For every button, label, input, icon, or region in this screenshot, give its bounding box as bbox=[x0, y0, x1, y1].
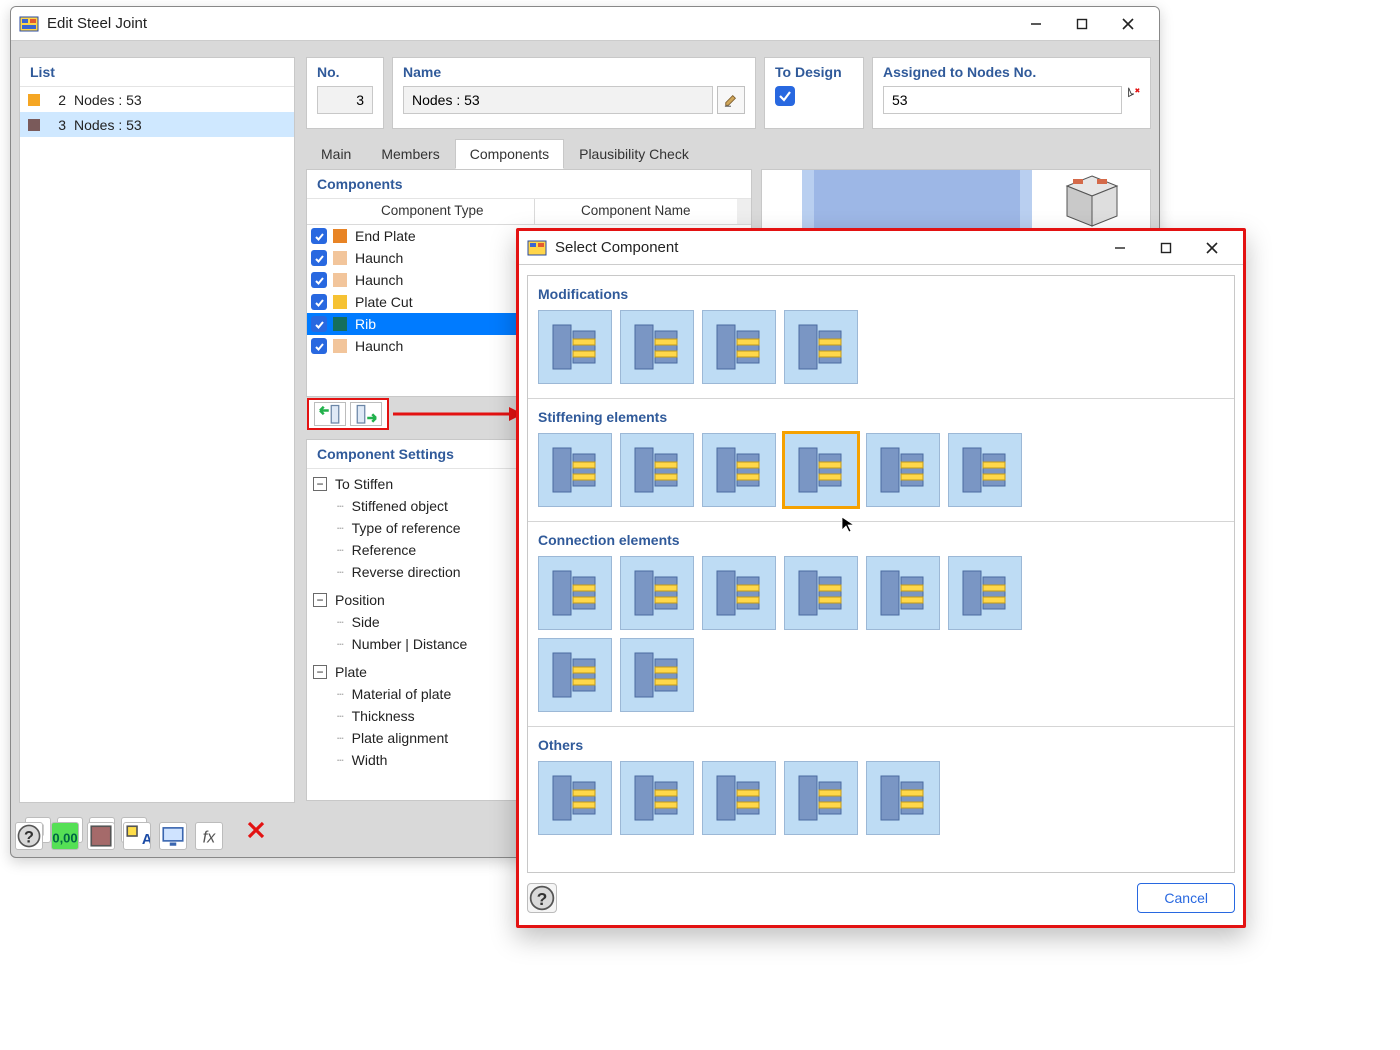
list-row-color-swatch bbox=[28, 119, 40, 131]
row-checkbox[interactable] bbox=[311, 294, 327, 310]
delete-button[interactable] bbox=[243, 817, 269, 843]
field-no: No. bbox=[306, 57, 384, 129]
row-checkbox[interactable] bbox=[311, 338, 327, 354]
list-row-color-swatch bbox=[28, 94, 40, 106]
component-tile[interactable] bbox=[620, 761, 694, 835]
section-others: Others bbox=[528, 727, 1234, 849]
row-color-swatch bbox=[333, 273, 347, 287]
component-tile[interactable] bbox=[866, 761, 940, 835]
row-checkbox[interactable] bbox=[311, 228, 327, 244]
tab-members[interactable]: Members bbox=[366, 139, 454, 169]
row-color-swatch bbox=[333, 251, 347, 265]
list-panel: List 2 Nodes : 53 3 Nodes : 53 bbox=[19, 57, 295, 803]
list-row[interactable]: 3 Nodes : 53 bbox=[20, 112, 294, 137]
row-color-swatch bbox=[333, 229, 347, 243]
component-tile[interactable] bbox=[784, 556, 858, 630]
main-titlebar: Edit Steel Joint bbox=[11, 7, 1159, 41]
component-tile[interactable] bbox=[702, 433, 776, 507]
components-panel-title: Components bbox=[307, 170, 751, 199]
row-checkbox[interactable] bbox=[311, 250, 327, 266]
field-to-design: To Design bbox=[764, 57, 864, 129]
list-row[interactable]: 2 Nodes : 53 bbox=[20, 87, 294, 112]
dialog-title: Select Component bbox=[555, 239, 678, 256]
component-tile[interactable] bbox=[948, 556, 1022, 630]
tab-components[interactable]: Components bbox=[455, 139, 564, 169]
component-tile[interactable] bbox=[866, 556, 940, 630]
svg-text:A: A bbox=[142, 832, 150, 848]
tab-main[interactable]: Main bbox=[306, 139, 366, 169]
row-color-swatch bbox=[333, 339, 347, 353]
material-color-icon[interactable] bbox=[87, 822, 115, 850]
formula-icon[interactable]: fx bbox=[195, 822, 223, 850]
assigned-nodes-input[interactable] bbox=[883, 86, 1122, 114]
svg-text:?: ? bbox=[24, 829, 34, 847]
edit-name-icon[interactable] bbox=[717, 86, 745, 114]
component-tile[interactable] bbox=[784, 761, 858, 835]
dialog-footer: ? Cancel bbox=[527, 879, 1235, 917]
section-stiffening: Stiffening elements bbox=[528, 399, 1234, 522]
tab-plausibility[interactable]: Plausibility Check bbox=[564, 139, 704, 169]
component-tile[interactable] bbox=[538, 556, 612, 630]
no-input[interactable] bbox=[317, 86, 373, 114]
tabs: Main Members Components Plausibility Che… bbox=[306, 139, 1151, 169]
dialog-titlebar: Select Component bbox=[519, 231, 1243, 265]
cancel-button[interactable]: Cancel bbox=[1137, 883, 1235, 913]
units-icon[interactable]: 0,00 bbox=[51, 822, 79, 850]
component-tile[interactable] bbox=[620, 433, 694, 507]
to-design-checkbox[interactable] bbox=[775, 86, 795, 106]
dialog-body: Modifications Stiffening elements bbox=[527, 275, 1235, 873]
select-component-dialog: Select Component Modifications Stiffenin… bbox=[516, 228, 1246, 928]
svg-text:0,00: 0,00 bbox=[52, 831, 77, 846]
pick-nodes-icon[interactable] bbox=[1126, 86, 1140, 114]
app-icon bbox=[527, 238, 547, 258]
component-tile[interactable] bbox=[620, 310, 694, 384]
row-color-swatch bbox=[333, 317, 347, 331]
component-tile[interactable] bbox=[866, 433, 940, 507]
app-icon bbox=[19, 14, 39, 34]
close-button[interactable] bbox=[1105, 9, 1151, 39]
component-tile[interactable] bbox=[538, 761, 612, 835]
component-tile[interactable] bbox=[702, 310, 776, 384]
component-tile[interactable] bbox=[784, 310, 858, 384]
component-tile[interactable] bbox=[620, 556, 694, 630]
list-panel-title: List bbox=[20, 58, 294, 87]
dialog-minimize-button[interactable] bbox=[1097, 233, 1143, 263]
maximize-button[interactable] bbox=[1059, 9, 1105, 39]
component-tile[interactable] bbox=[702, 761, 776, 835]
component-tile[interactable] bbox=[538, 310, 612, 384]
annotation-arrow bbox=[393, 405, 523, 423]
insert-component-after-button[interactable] bbox=[350, 402, 382, 426]
name-input[interactable] bbox=[403, 86, 713, 114]
component-tile[interactable] bbox=[620, 638, 694, 712]
main-title: Edit Steel Joint bbox=[47, 15, 147, 32]
status-toolbar: ? 0,00 A fx bbox=[15, 822, 223, 850]
component-tile[interactable] bbox=[538, 433, 612, 507]
svg-text:fx: fx bbox=[203, 829, 217, 847]
annotation-highlight bbox=[307, 398, 389, 430]
row-color-swatch bbox=[333, 295, 347, 309]
display-icon[interactable] bbox=[159, 822, 187, 850]
insert-component-before-button[interactable] bbox=[314, 402, 346, 426]
help-icon[interactable]: ? bbox=[15, 822, 43, 850]
minimize-button[interactable] bbox=[1013, 9, 1059, 39]
field-name: Name bbox=[392, 57, 756, 129]
component-tile[interactable] bbox=[702, 556, 776, 630]
dialog-close-button[interactable] bbox=[1189, 233, 1235, 263]
row-checkbox[interactable] bbox=[311, 316, 327, 332]
component-tile[interactable] bbox=[784, 433, 858, 507]
labels-icon[interactable]: A bbox=[123, 822, 151, 850]
dialog-maximize-button[interactable] bbox=[1143, 233, 1189, 263]
field-assigned-nodes: Assigned to Nodes No. bbox=[872, 57, 1151, 129]
component-tile[interactable] bbox=[948, 433, 1022, 507]
components-table-header: Component Type Component Name bbox=[307, 199, 751, 225]
row-checkbox[interactable] bbox=[311, 272, 327, 288]
dialog-help-button[interactable]: ? bbox=[527, 883, 557, 913]
section-modifications: Modifications bbox=[528, 276, 1234, 399]
svg-text:?: ? bbox=[537, 889, 548, 909]
component-tile[interactable] bbox=[538, 638, 612, 712]
section-connection: Connection elements bbox=[528, 522, 1234, 727]
